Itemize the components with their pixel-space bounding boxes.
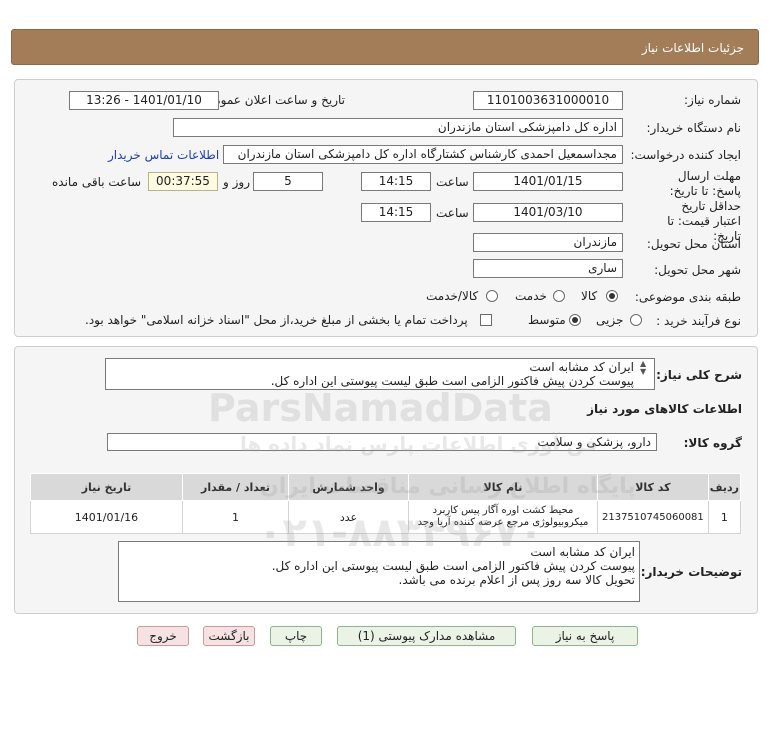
view-attachments-button[interactable]: مشاهده مدارک پیوستی (1) [337,626,516,646]
process-option-minor: جزیی [596,313,624,327]
time-remaining-field: 00:37:55 [148,172,218,191]
page-header: جزئیات اطلاعات نیاز [11,29,759,65]
province-label: استان محل تحویل: [646,237,741,251]
process-radio-minor[interactable] [630,314,642,326]
deadline-date-field: 1401/01/15 [473,172,623,191]
creator-field: مجداسمعیل احمدی کارشناس کشتارگاه اداره ک… [223,145,623,164]
col-qty: تعداد / مقدار [181,473,289,501]
announce-date-field: 1401/01/10 - 13:26 [69,91,219,110]
col-name: نام کالا [407,473,598,501]
col-code: کد کالا [596,473,709,501]
city-label: شهر محل تحویل: [654,263,741,277]
reply-button[interactable]: پاسخ به نیاز [532,626,638,646]
deadline-label: مهلت ارسال پاسخ: تا تاریخ: [669,169,741,198]
summary-line-2: پیوست کردن پیش فاکتور الزامی است طبق لیس… [270,374,634,388]
goods-group-field: دارو، پزشکی و سلامت [107,433,657,451]
province-field: مازندران [473,233,623,252]
summary-textarea[interactable]: ایران کد مشابه است پیوست کردن پیش فاکتور… [105,358,655,390]
buyer-notes-line-3: تحویل کالا سه روز پس از اعلام برنده می ب… [398,573,635,587]
goods-section-title: اطلاعات کالاهای مورد نیاز [587,402,742,416]
category-radio-service[interactable] [553,290,565,302]
goods-group-label: گروه کالا: [683,436,742,450]
time-remaining-label: ساعت باقی مانده [52,175,142,189]
col-row: ردیف [707,473,742,501]
need-number-field: 1101003631000010 [473,91,623,110]
exit-button[interactable]: خروج [137,626,189,646]
summary-line-1: ایران کد مشابه است [529,360,634,374]
goods-table: ردیف کد کالا نام کالا واحد شمارش تعداد /… [30,473,742,534]
treasury-payment-note: پرداخت تمام یا بخشی از مبلغ خرید،از محل … [85,313,468,327]
buyer-notes-label: توضیحات خریدار: [640,565,742,579]
category-option-service: خدمت [515,289,547,303]
deadline-time-label: ساعت [436,175,469,189]
buyer-org-field: اداره کل دامپزشکی استان مازندران [173,118,623,137]
validity-date-field: 1401/03/10 [473,203,623,222]
col-date: تاریخ نیاز [30,473,183,501]
buyer-notes-box: ایران کد مشابه است پیوست کردن پیش فاکتور… [118,541,640,602]
need-number-label: شماره نیاز: [684,93,741,107]
days-remaining-field: 5 [253,172,323,191]
back-button[interactable]: بازگشت [203,626,255,646]
category-radio-goods-service[interactable] [486,290,498,302]
scroll-arrows-icon: ▲ ▼ [640,359,647,376]
goods-table-header: ردیف کد کالا نام کالا واحد شمارش تعداد /… [30,473,742,501]
print-button[interactable]: چاپ [270,626,322,646]
process-radio-medium[interactable] [569,314,581,326]
buyer-contact-link[interactable]: اطلاعات تماس خریدار [108,148,219,162]
process-option-medium: متوسط [528,313,566,327]
deadline-time-field: 14:15 [361,172,431,191]
category-option-goods: کالا [581,289,598,303]
announce-date-label: تاریخ و ساعت اعلان عمومی: [200,93,345,107]
summary-label: شرح کلی نیاز: [656,368,742,382]
category-option-goods-service: کالا/خدمت [426,289,479,303]
city-field: ساری [473,259,623,278]
buyer-org-label: نام دستگاه خریدار: [646,121,742,135]
table-row: 1 2137510745060081 محیط کشت اوره آگار پی… [30,500,742,534]
cell-name: محیط کشت اوره آگار پیس کاربرد میکروبیولو… [407,500,598,534]
cell-row: 1 [707,500,742,534]
validity-time-label: ساعت [436,206,469,220]
cell-date: 1401/01/16 [30,500,183,534]
col-unit: واحد شمارش [287,473,409,501]
buyer-notes-line-2: پیوست کردن پیش فاکتور الزامی است طبق لیس… [271,559,635,573]
process-type-label: نوع فرآیند خرید : [656,314,741,328]
treasury-payment-checkbox[interactable] [480,314,492,326]
cell-qty: 1 [181,500,289,534]
category-radio-goods[interactable] [606,290,618,302]
page-title: جزئیات اطلاعات نیاز [641,41,744,55]
days-label: روز و [223,175,250,189]
validity-time-field: 14:15 [361,203,431,222]
cell-code: 2137510745060081 [596,500,709,534]
cell-unit: عدد [287,500,409,534]
category-label: طبقه بندی موضوعی: [634,290,741,304]
buyer-notes-line-1: ایران کد مشابه است [530,545,635,559]
creator-label: ایجاد کننده درخواست: [630,148,741,162]
